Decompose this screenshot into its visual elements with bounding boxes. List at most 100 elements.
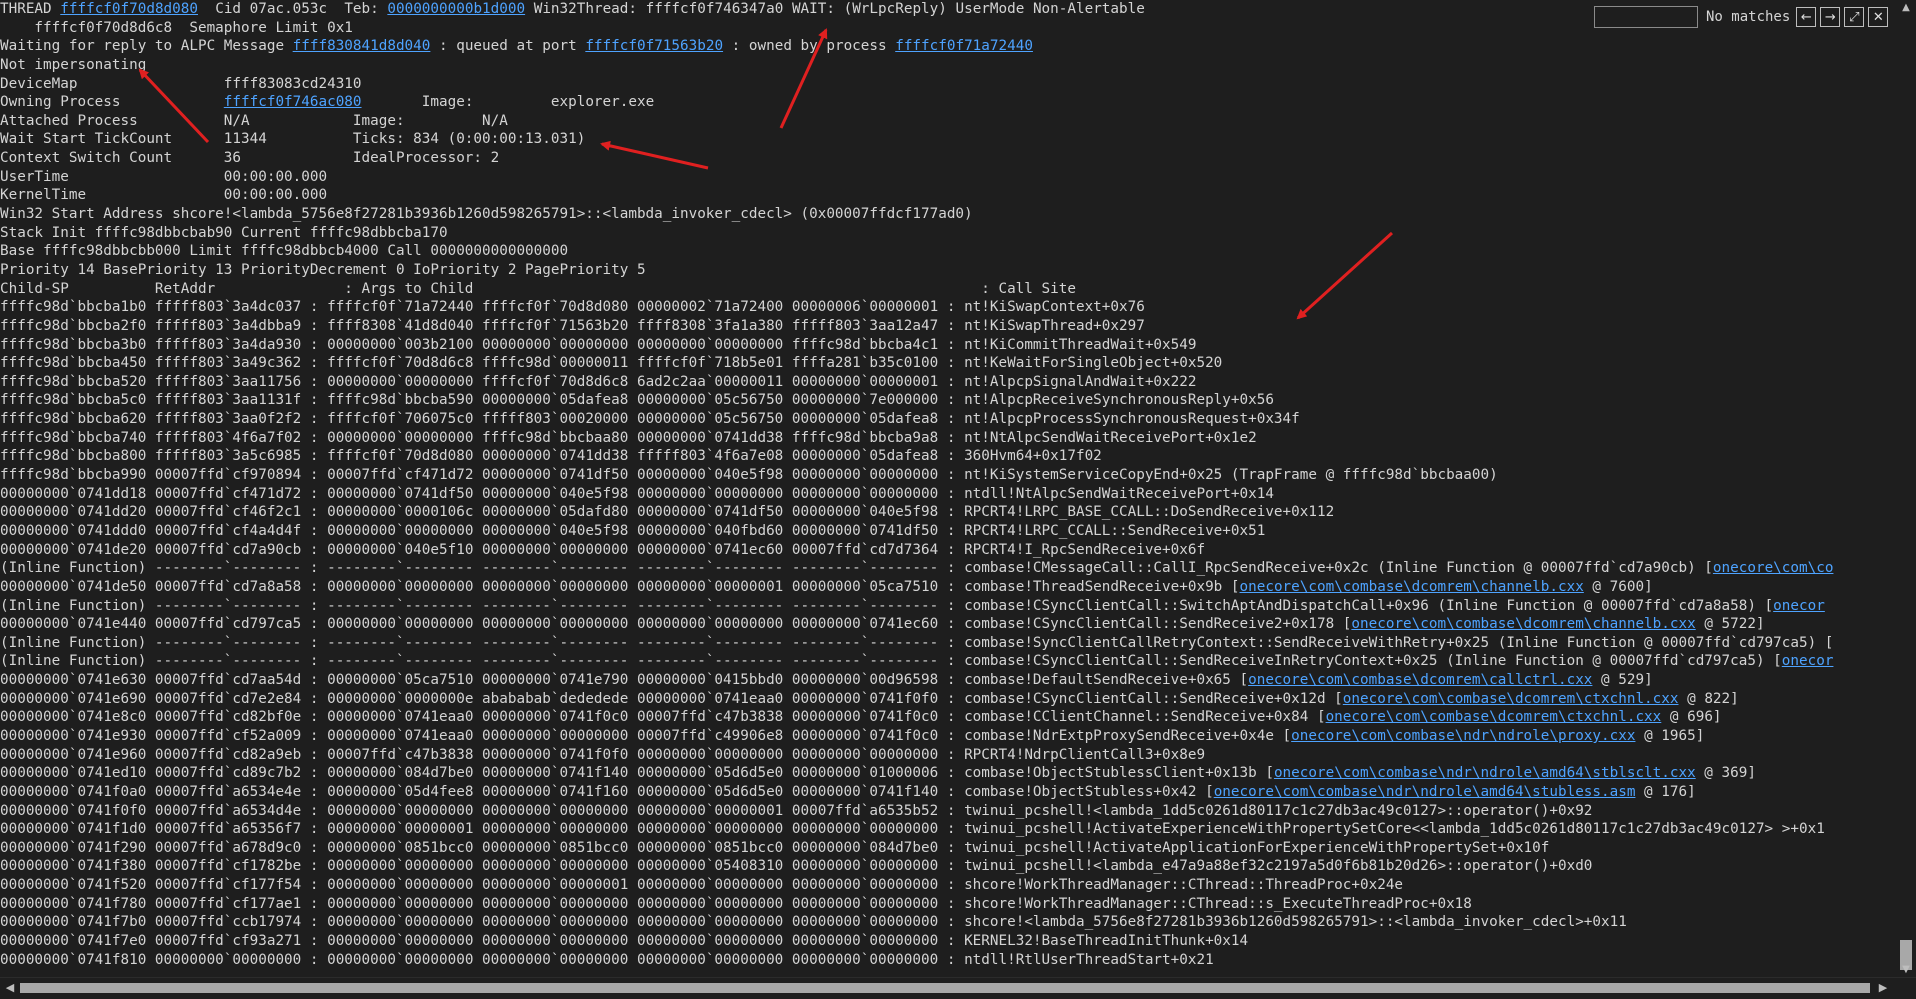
frame-args: ffff8308`41d8d040 ffffcf0f`71563b20 ffff…	[327, 317, 939, 334]
output-text: Context Switch Count 36 IdealProcessor: …	[0, 150, 500, 167]
frame-args: 00000000`05d4fee8 00000000`0741f160 0000…	[327, 783, 939, 800]
find-previous-button[interactable]: ←	[1796, 7, 1817, 27]
address-link[interactable]: ffffcf0f70d8d080	[60, 1, 198, 17]
address-link[interactable]: 0000000000b1d000	[387, 1, 525, 17]
address-link[interactable]: onecor	[1782, 653, 1834, 669]
scroll-up-icon[interactable]: ▲	[1900, 2, 1912, 13]
vertical-scrollbar[interactable]: ▲ ▼	[1896, 0, 1916, 978]
stack-frame-row: 00000000`0741f7b0 00007ffd`ccb17974 : 00…	[0, 914, 1627, 931]
expand-icon: ⤢	[1849, 9, 1860, 25]
frame-args: 00000000`00000000 00000000`00000000 0000…	[327, 802, 939, 819]
output-text: combase!CSyncClientCall::SendReceiveInRe…	[964, 653, 1782, 670]
frame-args: ffffcf0f`70d8d080 00000000`0741dd38 ffff…	[327, 448, 939, 465]
address-link[interactable]: ffffcf0f71a72440	[895, 38, 1033, 54]
address-link[interactable]: ffff830841d8d040	[293, 38, 431, 54]
scroll-down-icon[interactable]: ▼	[1900, 964, 1912, 975]
output-text: @ 822]	[1678, 690, 1739, 707]
scroll-right-icon[interactable]: ▶	[1876, 981, 1890, 994]
frame-addresses: ffffc98d`bbcba620 fffff803`3aa0f2f2	[0, 411, 302, 428]
address-link[interactable]: onecore\com\combase\dcomrem\callctrl.cxx	[1248, 672, 1592, 688]
address-link[interactable]: onecore\com\combase\ndr\ndrole\amd64\stb…	[1274, 765, 1696, 781]
output-text: Base ffffc98dbbcbb000 Limit ffffc98dbbcb…	[0, 243, 569, 260]
output-text: shcore!WorkThreadManager::CThread::s_Exe…	[964, 895, 1472, 912]
find-expand-button[interactable]: ⤢	[1844, 7, 1865, 27]
output-text: @ 1965]	[1635, 727, 1705, 744]
output-text: @ 696]	[1661, 709, 1722, 726]
frame-addresses: 00000000`0741f1d0 00007ffd`a65356f7	[0, 821, 302, 838]
frame-addresses: 00000000`0741f0a0 00007ffd`a6534e4e	[0, 783, 302, 800]
stack-frame-row: (Inline Function) --------`-------- : --…	[0, 560, 1834, 577]
frame-addresses: 00000000`0741f810 00000000`00000000	[0, 951, 302, 968]
output-text: DeviceMap ffff83083cd24310	[0, 75, 362, 92]
find-next-button[interactable]: →	[1820, 7, 1841, 27]
frame-addresses: ffffc98d`bbcba450 fffff803`3a49c362	[0, 355, 302, 372]
frame-args: 00000000`00000000 00000000`00000000 0000…	[327, 578, 939, 595]
find-close-button[interactable]: ✕	[1868, 7, 1889, 27]
debugger-output[interactable]: THREAD ffffcf0f70d8d080 Cid 07ac.053c Te…	[0, 0, 1896, 978]
address-link[interactable]: onecore\com\combase\dcomrem\channelb.cxx	[1351, 616, 1695, 632]
output-line: Priority 14 BasePriority 13 PriorityDecr…	[0, 261, 1896, 280]
stack-frame-row: 00000000`0741de20 00007ffd`cd7a90cb : 00…	[0, 541, 1206, 558]
output-line: Win32 Start Address shcore!<lambda_5756e…	[0, 205, 1896, 224]
frame-addresses: (Inline Function) --------`--------	[0, 653, 302, 670]
output-text: : queued at port	[430, 38, 586, 55]
stack-frame-row: ffffc98d`bbcba990 00007ffd`cf970894 : 00…	[0, 467, 1498, 484]
frame-addresses: 00000000`0741e960 00007ffd`cd82a9eb	[0, 746, 302, 763]
stack-frame-row: 00000000`0741f7e0 00007ffd`cf93a271 : 00…	[0, 933, 1249, 950]
stack-frame-row: ffffc98d`bbcba2f0 fffff803`3a4dbba9 : ff…	[0, 317, 1145, 334]
address-link[interactable]: ffffcf0f71563b20	[585, 38, 723, 54]
output-text: : owned by process	[723, 38, 896, 55]
output-text: combase!ObjectStublessClient+0x13b [	[964, 765, 1274, 782]
output-text: twinui_pcshell!ActivateExperienceWithPro…	[964, 821, 1825, 838]
stack-frame-row: 00000000`0741f0a0 00007ffd`a6534e4e : 00…	[0, 783, 1696, 800]
stack-frame-row: (Inline Function) --------`-------- : --…	[0, 597, 1825, 614]
output-text: 360Hvm64+0x17f02	[964, 448, 1102, 465]
output-text: nt!AlpcpProcessSynchronousRequest+0x34f	[964, 411, 1300, 428]
frame-args: 00000000`00000000 00000000`040e5f98 0000…	[327, 522, 939, 539]
output-text: @ 176]	[1635, 783, 1696, 800]
horizontal-scrollbar[interactable]: ◀ ▶	[0, 977, 1916, 999]
horizontal-scroll-thumb[interactable]	[20, 983, 1870, 993]
address-link[interactable]: onecore\com\combase\dcomrem\ctxchnl.cxx	[1343, 691, 1679, 707]
stack-frame-row: ffffc98d`bbcba5c0 fffff803`3aa1131f : ff…	[0, 392, 1274, 409]
output-text: nt!KeWaitForSingleObject+0x520	[964, 355, 1223, 372]
frame-addresses: 00000000`0741dd20 00007ffd`cf46f2c1	[0, 504, 302, 521]
frame-addresses: 00000000`0741f520 00007ffd`cf177f54	[0, 877, 302, 894]
stack-frame-row: 00000000`0741e930 00007ffd`cf52a009 : 00…	[0, 727, 1705, 744]
output-text: Wait Start TickCount 11344 Ticks: 834 (0…	[0, 131, 586, 148]
frame-args: ffffcf0f`70d8d6c8 ffffc98d`00000011 ffff…	[327, 355, 939, 372]
output-text: twinui_pcshell!<lambda_e47a9a88ef32c2197…	[964, 858, 1593, 875]
frame-args: 00000000`00000000 00000000`00000000 0000…	[327, 951, 939, 968]
address-link[interactable]: ffffcf0f746ac080	[224, 94, 362, 110]
address-link[interactable]: onecore\com\combase\ndr\ndrole\amd64\stu…	[1214, 784, 1636, 800]
frame-addresses: 00000000`0741e440 00007ffd`cd797ca5	[0, 616, 302, 633]
address-link[interactable]: onecore\com\combase\dcomrem\channelb.cxx	[1240, 579, 1584, 595]
address-link[interactable]: onecore\com\combase\dcomrem\ctxchnl.cxx	[1326, 709, 1662, 725]
frame-addresses: ffffc98d`bbcba5c0 fffff803`3aa1131f	[0, 392, 302, 409]
scroll-left-icon[interactable]: ◀	[3, 981, 17, 994]
frame-args: 00000000`0851bcc0 00000000`0851bcc0 0000…	[327, 839, 939, 856]
frame-addresses: 00000000`0741f7e0 00007ffd`cf93a271	[0, 933, 302, 950]
arrow-right-icon: →	[1824, 9, 1836, 25]
frame-args: 00000000`003b2100 00000000`00000000 0000…	[327, 336, 939, 353]
stack-frame-row: 00000000`0741e630 00007ffd`cd7aa54d : 00…	[0, 672, 1653, 689]
frame-addresses: ffffc98d`bbcba740 fffff803`4f6a7f02	[0, 429, 302, 446]
frame-addresses: ffffc98d`bbcba520 fffff803`3aa11756	[0, 373, 302, 390]
output-line: Child-SP RetAddr : Args to Child : Call …	[0, 280, 1896, 299]
frame-addresses: (Inline Function) --------`--------	[0, 634, 302, 651]
address-link[interactable]: onecore\com\co	[1713, 560, 1834, 576]
output-text: nt!KiSwapThread+0x297	[964, 317, 1145, 334]
output-text: combase!CMessageCall::CallI_RpcSendRecei…	[964, 560, 1713, 577]
output-text: combase!ObjectStubless+0x42 [	[964, 783, 1214, 800]
frame-args: 00000000`00000000 00000000`00000000 0000…	[327, 914, 939, 931]
output-text: Win32 Start Address shcore!<lambda_5756e…	[0, 206, 973, 223]
stack-frame-row: (Inline Function) --------`-------- : --…	[0, 634, 1834, 651]
frame-addresses: (Inline Function) --------`--------	[0, 560, 302, 577]
frame-addresses: 00000000`0741f0f0 00007ffd`a6534d4e	[0, 802, 302, 819]
find-input[interactable]	[1594, 6, 1698, 28]
address-link[interactable]: onecore\com\combase\ndr\ndrole\proxy.cxx	[1291, 728, 1635, 744]
output-text: nt!KiCommitThreadWait+0x549	[964, 336, 1197, 353]
address-link[interactable]: onecor	[1773, 598, 1825, 614]
stack-frame-row: 00000000`0741f780 00007ffd`cf177ae1 : 00…	[0, 895, 1472, 912]
output-text: twinui_pcshell!<lambda_1dd5c0261d80117c1…	[964, 802, 1593, 819]
